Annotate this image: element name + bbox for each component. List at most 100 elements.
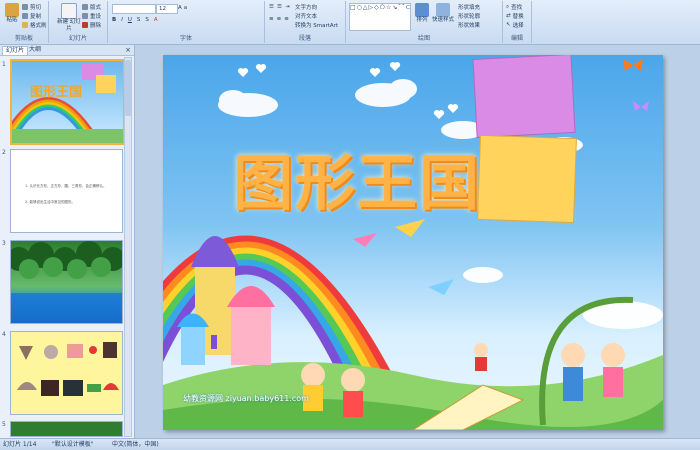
shrink-font-icon[interactable]: a (184, 5, 187, 11)
quick-styles-icon (436, 3, 450, 17)
shape-effects-button[interactable]: 形状效果 (458, 21, 480, 29)
butterflies (623, 59, 649, 111)
editing-group: ⌕ 查找 ⇄ 替换 ↖ 选择 编辑 (503, 1, 532, 43)
current-slide[interactable]: 图形王国 幼教资源网 ziyuan.baby611.com (163, 55, 663, 430)
align-left-icon[interactable]: ≡ (269, 16, 274, 22)
align-text-button[interactable]: 对齐文本 (295, 12, 317, 20)
scrollbar-thumb[interactable] (125, 60, 131, 116)
font-name-combo[interactable] (112, 4, 156, 14)
font-group-label: 字体 (179, 35, 192, 42)
font-group: 12 Aa BIUSS A 字体 (108, 1, 265, 43)
new-slide-button[interactable]: 新建 幻灯片 (57, 3, 81, 33)
align-right-icon[interactable]: ≡ (284, 16, 289, 22)
binoculars-icon: ⌕ (506, 3, 510, 10)
thumb-2-line-1: 1. 认识长方形、正方形、圆、三角形，会正确辨认。 (25, 184, 107, 188)
cursor-icon: ↖ (506, 22, 511, 28)
slide-thumb-2[interactable]: 1. 认识长方形、正方形、圆、三角形，会正确辨认。 2. 能够说出生活中常见的图… (10, 149, 123, 233)
font-size-combo[interactable]: 12 (156, 4, 178, 14)
paste-button[interactable]: 粘贴 (2, 3, 22, 24)
editing-group-label: 编辑 (510, 35, 523, 42)
font-style-row: BIUSS A (112, 16, 158, 24)
thumb-3-art (7, 241, 125, 323)
thumb-4-art (17, 342, 119, 396)
text-direction-button[interactable]: 文字方向 (295, 3, 317, 11)
thumb-number: 1 (2, 61, 6, 68)
cut-button[interactable]: 剪切 (22, 3, 41, 11)
close-icon[interactable]: × (125, 46, 131, 54)
shape-fill-button[interactable]: 形状填充 (458, 3, 480, 11)
reset-icon (82, 13, 88, 19)
align-row: ≡ ≡ ≡ (269, 15, 289, 23)
slide-thumb-3[interactable] (7, 240, 125, 324)
clipboard-group: 粘贴 剪切 复制 格式刷 剪贴板 (0, 1, 49, 43)
thumb-number: 4 (2, 331, 6, 338)
replace-button[interactable]: ⇄ 替换 (506, 12, 524, 20)
pane-tabs: 幻灯片 大纲 × (0, 45, 134, 56)
indent-icon[interactable]: ⇥ (285, 4, 290, 10)
reset-button[interactable]: 重设 (82, 12, 101, 20)
layout-button[interactable]: 版式 (82, 3, 101, 11)
smartart-button[interactable]: 转换为 SmartArt (295, 21, 338, 29)
copy-button[interactable]: 复制 (22, 12, 41, 20)
watermark: 幼教资源网 ziyuan.baby611.com (183, 394, 309, 403)
align-center-icon[interactable]: ≡ (277, 16, 282, 22)
new-slide-icon (61, 3, 77, 19)
slide-thumb-1[interactable]: 图形王国 (10, 59, 125, 145)
yellow-sign (477, 134, 577, 224)
slide-counter: 幻灯片 1/14 (3, 441, 37, 448)
brush-icon (22, 22, 28, 28)
slides-group: 新建 幻灯片 版式 重设 删除 幻灯片 (49, 1, 108, 43)
slides-pane: 幻灯片 大纲 × 1 图形王国 2 1. 认识长方形、正方形、圆、三角形，会正确… (0, 45, 135, 438)
slide-artwork (163, 55, 663, 430)
bullets-icon[interactable]: ☰ (269, 4, 274, 10)
slides-group-label: 幻灯片 (68, 35, 87, 42)
layout-icon (82, 4, 88, 10)
drawing-group: □○△▷◇⬠☆↘⌒⊂□○△▷◇⬠☆↘ 排列 快速样式 形状填充 形状轮廓 形状效… (346, 1, 503, 43)
arrange-icon (415, 3, 429, 17)
slide-editor: 图形王国 幼教资源网 ziyuan.baby611.com (135, 45, 700, 438)
select-button[interactable]: ↖ 选择 (506, 21, 524, 29)
shadow-icon[interactable]: S (145, 17, 149, 23)
pane-scrollbar[interactable] (124, 57, 132, 437)
slide-thumb-5[interactable] (10, 421, 123, 437)
clipboard-icon (5, 3, 19, 17)
shape-outline-button[interactable]: 形状轮廓 (458, 12, 480, 20)
bold-icon[interactable]: B (112, 17, 116, 23)
list-row: ☰ ☰ ⇥ (269, 3, 289, 11)
numbering-icon[interactable]: ☰ (277, 4, 282, 10)
delete-icon (82, 22, 88, 28)
language-indicator[interactable]: 中文(简体，中国) (112, 439, 159, 450)
quick-styles-button[interactable]: 快速样式 (432, 3, 454, 24)
slide-title[interactable]: 图形王国 (233, 135, 481, 222)
theme-name: "默认设计模板" (52, 441, 94, 448)
clipboard-group-label: 剪贴板 (14, 35, 33, 42)
status-bar: 幻灯片 1/14 "默认设计模板" 中文(简体，中国) (0, 438, 700, 450)
strikethrough-icon[interactable]: S (137, 17, 141, 23)
thumb-number: 2 (2, 149, 6, 156)
find-button[interactable]: ⌕ 查找 (506, 3, 522, 12)
paragraph-group: ☰ ☰ ⇥ ≡ ≡ ≡ 文字方向 对齐文本 转换为 SmartArt 段落 (265, 1, 346, 43)
format-painter-button[interactable]: 格式刷 (22, 21, 47, 29)
tab-slides[interactable]: 幻灯片 (2, 46, 29, 55)
arrange-button[interactable]: 排列 (412, 3, 432, 24)
drawing-group-label: 绘图 (417, 35, 430, 42)
grow-font-icon[interactable]: A (178, 5, 182, 11)
thumb-1-title: 图形王国 (30, 85, 83, 100)
replace-icon: ⇄ (506, 13, 511, 19)
italic-icon[interactable]: I (121, 17, 123, 23)
scissors-icon (22, 4, 28, 10)
paper-plane (353, 233, 377, 247)
shapes-gallery[interactable]: □○△▷◇⬠☆↘⌒⊂□○△▷◇⬠☆↘ (349, 3, 411, 31)
underline-icon[interactable]: U (128, 17, 132, 23)
paragraph-group-label: 段落 (298, 35, 311, 42)
font-color-icon[interactable]: A (154, 17, 158, 23)
delete-button[interactable]: 删除 (82, 21, 101, 29)
tab-outline[interactable]: 大纲 (26, 46, 44, 54)
thumb-1-art (12, 64, 123, 143)
slide-thumb-4[interactable] (10, 331, 123, 415)
thumb-2-line-2: 2. 能够说出生活中常见的图形。 (25, 200, 75, 204)
thumb-number: 5 (2, 421, 6, 428)
copy-icon (22, 13, 28, 19)
ribbon: 粘贴 剪切 复制 格式刷 剪贴板 新建 幻灯片 版式 重设 删除 幻灯片 12 … (0, 0, 700, 45)
purple-sign (472, 55, 576, 138)
